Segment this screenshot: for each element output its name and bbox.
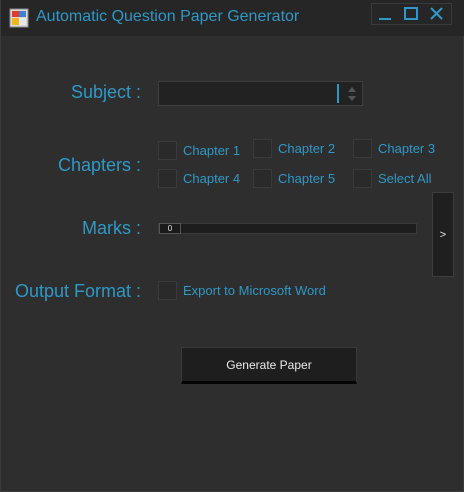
text-caret — [337, 84, 339, 103]
subject-label: Subject : — [70, 82, 141, 102]
maximize-icon[interactable] — [399, 4, 423, 24]
app-window: Automatic Question Paper Generator Subje… — [0, 0, 464, 492]
chapter-1-label: Chapter 1 — [183, 143, 241, 158]
chapter-2-label: Chapter 2 — [278, 141, 336, 156]
chapter-3-checkbox[interactable]: Chapter 3 — [353, 139, 435, 158]
title-bar[interactable]: Automatic Question Paper Generator — [1, 0, 464, 36]
checkbox-box[interactable] — [353, 169, 372, 188]
generate-paper-button[interactable]: Generate Paper — [181, 347, 357, 384]
close-icon[interactable] — [425, 4, 449, 24]
checkbox-box[interactable] — [253, 139, 272, 158]
marks-label: Marks : — [81, 218, 141, 238]
export-word-checkbox[interactable]: Export to Microsoft Word — [158, 281, 326, 300]
export-word-label: Export to Microsoft Word — [183, 283, 326, 298]
checkbox-box[interactable] — [158, 281, 177, 300]
marks-slider[interactable]: 0 — [158, 223, 417, 234]
chapter-1-checkbox[interactable]: Chapter 1 — [158, 141, 240, 160]
spinner-arrows-icon[interactable] — [345, 84, 359, 104]
chapter-5-label: Chapter 5 — [278, 171, 336, 186]
chapter-5-checkbox[interactable]: Chapter 5 — [253, 169, 335, 188]
checkbox-box[interactable] — [253, 169, 272, 188]
chapters-label: Chapters : — [57, 155, 141, 175]
chapter-3-label: Chapter 3 — [378, 141, 436, 156]
app-icon — [9, 8, 29, 28]
window-title: Automatic Question Paper Generator — [36, 8, 300, 25]
checkbox-box[interactable] — [353, 139, 372, 158]
chapter-2-checkbox[interactable]: Chapter 2 — [253, 139, 335, 158]
output-format-label: Output Format : — [14, 281, 141, 301]
select-all-checkbox[interactable]: Select All — [353, 169, 431, 188]
checkbox-box[interactable] — [158, 141, 177, 160]
minimize-icon[interactable] — [373, 4, 397, 24]
chapter-4-label: Chapter 4 — [183, 171, 241, 186]
marks-slider-thumb[interactable]: 0 — [159, 223, 181, 234]
next-button[interactable]: > — [432, 192, 454, 277]
chapter-4-checkbox[interactable]: Chapter 4 — [158, 169, 240, 188]
select-all-label: Select All — [378, 171, 432, 186]
subject-dropdown[interactable] — [158, 81, 363, 106]
checkbox-box[interactable] — [158, 169, 177, 188]
